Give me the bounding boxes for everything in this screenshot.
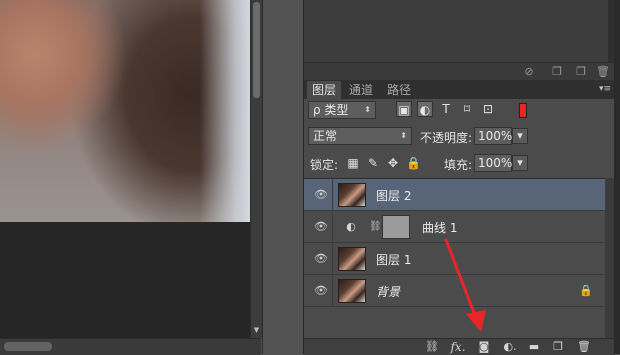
panel-edge: [614, 0, 620, 354]
shape-filter-icon[interactable]: ⌑: [459, 101, 475, 117]
trash-icon[interactable]: 🗑: [596, 65, 610, 79]
divider: [332, 275, 333, 307]
lock-transparent-icon[interactable]: ▦: [346, 156, 360, 170]
canvas-vertical-scrollbar[interactable]: ▼: [250, 0, 262, 338]
layer-thumbnail[interactable]: [338, 279, 366, 303]
layer-name[interactable]: 曲线 1: [422, 219, 457, 236]
fill-dropdown-icon[interactable]: ▾: [512, 155, 528, 171]
eye-icon[interactable]: 👁: [314, 188, 328, 202]
opacity-label: 不透明度:: [420, 131, 473, 145]
lock-label: 锁定:: [310, 158, 339, 172]
filter-kind-select[interactable]: ρ 类型 ⬍: [308, 101, 376, 119]
panel-tabbar: 图层 通道 路径 ▾≡: [304, 80, 615, 99]
link-icon[interactable]: ⛓: [424, 340, 440, 354]
curves-adjustment-icon[interactable]: ◐: [344, 220, 358, 234]
blend-mode-value: 正常: [313, 129, 338, 143]
lock-position-icon[interactable]: ✥: [386, 156, 400, 170]
upper-panel-content: [304, 0, 608, 62]
adjustment-icon[interactable]: ◐.: [502, 340, 518, 354]
layer-thumbnail[interactable]: [338, 247, 366, 271]
group-icon[interactable]: ▬: [526, 340, 542, 354]
opacity-dropdown-icon[interactable]: ▾: [512, 128, 528, 144]
panel-menu-icon[interactable]: ▾≡: [599, 81, 611, 97]
tab-layers[interactable]: 图层: [307, 81, 342, 99]
select-arrow-icon: ⬍: [364, 105, 371, 114]
lock-icon: 🔒: [579, 284, 593, 297]
new-icon[interactable]: ❐: [574, 65, 588, 79]
divider: [332, 211, 333, 243]
layer-mask-thumbnail[interactable]: [382, 215, 410, 239]
filter-toggle-icon[interactable]: [519, 103, 527, 118]
tab-paths[interactable]: 路径: [382, 81, 416, 99]
lock-brush-icon[interactable]: ✎: [366, 156, 380, 170]
eye-icon[interactable]: 👁: [314, 284, 328, 298]
layer-name[interactable]: 图层 2: [376, 187, 411, 204]
layer-name[interactable]: 图层 1: [376, 251, 411, 268]
opacity-value: 100%: [478, 129, 513, 143]
layer-row-layer-2[interactable]: 👁 图层 2: [304, 179, 605, 211]
add-mask-icon[interactable]: ◙: [476, 340, 492, 354]
pixel-filter-icon[interactable]: ▣: [396, 101, 412, 117]
canvas-background-area: [200, 0, 250, 222]
canvas-horizontal-scrollbar[interactable]: [0, 338, 261, 355]
tab-channels[interactable]: 通道: [344, 81, 378, 99]
horizontal-scroll-thumb[interactable]: [4, 342, 52, 351]
new-layer-icon[interactable]: ❐: [550, 340, 566, 354]
divider: [332, 179, 333, 211]
divider: [332, 243, 333, 275]
chain-link-icon[interactable]: ⛓: [369, 220, 382, 234]
pasteboard: [0, 222, 250, 338]
trash-icon[interactable]: 🗑: [576, 340, 592, 354]
eye-icon[interactable]: 👁: [314, 252, 328, 266]
no-icon[interactable]: ⊘: [522, 65, 536, 79]
layers-bottom-bar: ⛓ fx. ◙ ◐. ▬ ❐ 🗑: [304, 338, 615, 355]
adjustment-filter-icon[interactable]: ◐: [417, 101, 433, 117]
red-arrow-annotation: [444, 238, 486, 332]
filter-kind-value: ρ 类型: [313, 103, 349, 117]
upper-panel: ⊘ ❐ ❐ 🗑: [303, 0, 615, 81]
panel-gap: [262, 0, 303, 354]
vertical-scroll-thumb[interactable]: [253, 2, 260, 98]
new-icon[interactable]: ❐: [550, 65, 564, 79]
smart-object-filter-icon[interactable]: ⊡: [480, 101, 496, 117]
lock-all-icon[interactable]: 🔒: [406, 156, 421, 170]
opacity-field[interactable]: 100%: [474, 127, 512, 145]
fill-value: 100%: [478, 156, 513, 170]
scroll-down-icon[interactable]: ▼: [253, 326, 260, 334]
fill-field[interactable]: 100%: [474, 154, 512, 172]
blend-mode-select[interactable]: 正常 ⬍: [308, 127, 412, 145]
upper-panel-footer: ⊘ ❐ ❐ 🗑: [304, 62, 615, 81]
eye-icon[interactable]: 👁: [314, 220, 328, 234]
type-filter-icon[interactable]: T: [438, 101, 454, 117]
select-arrow-icon: ⬍: [400, 131, 407, 140]
fx-icon[interactable]: fx.: [450, 340, 466, 354]
layer-name[interactable]: 背景: [376, 283, 400, 300]
fill-label: 填充:: [444, 158, 473, 172]
layer-thumbnail[interactable]: [338, 183, 366, 207]
